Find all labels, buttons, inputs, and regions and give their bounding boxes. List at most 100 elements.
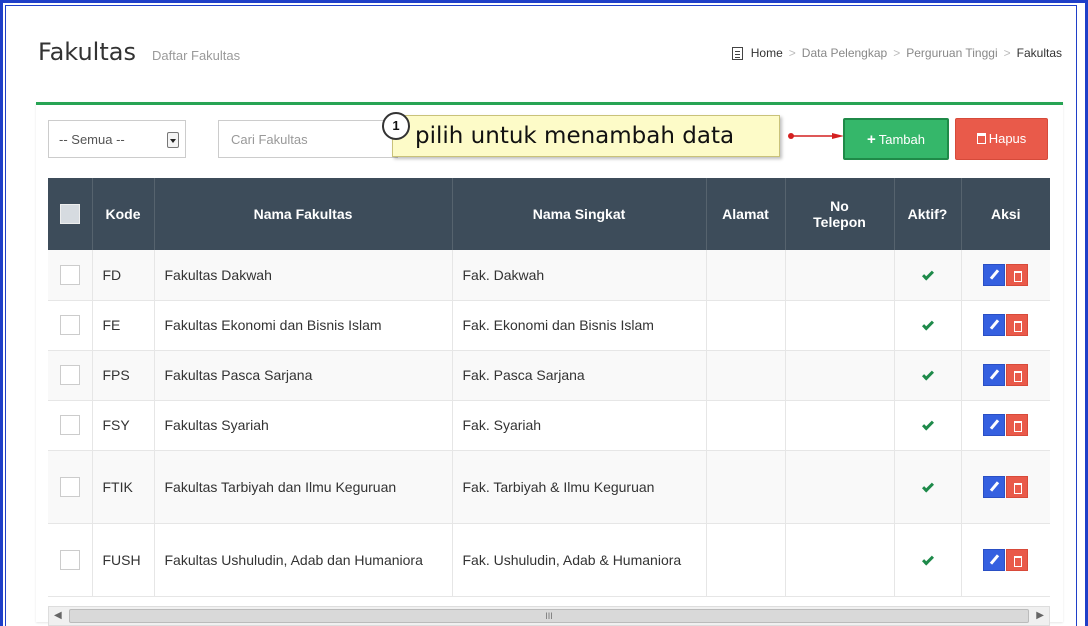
callout-annotation: pilih untuk menambah data xyxy=(392,115,780,157)
cell-nama-fakultas: Fakultas Pasca Sarjana xyxy=(154,350,453,401)
row-checkbox[interactable] xyxy=(59,477,80,498)
row-checkbox[interactable] xyxy=(59,315,80,335)
header-alamat[interactable]: Alamat xyxy=(706,178,786,250)
cell-alamat xyxy=(706,523,786,597)
cell-nama-fakultas: Fakultas Dakwah xyxy=(154,250,453,301)
cell-alamat xyxy=(706,400,786,451)
edit-icon[interactable] xyxy=(983,548,1006,571)
breadcrumb-item-data-pelengkap[interactable]: Data Pelengkap xyxy=(802,46,887,60)
header-nama-singkat[interactable]: Nama Singkat xyxy=(452,178,707,250)
cell-telepon xyxy=(785,400,895,451)
callout-arrow-icon xyxy=(788,133,844,139)
cell-telepon xyxy=(785,523,895,597)
check-icon xyxy=(921,418,934,431)
cell-nama-singkat: Fak. Pasca Sarjana xyxy=(452,350,707,401)
row-select-cell[interactable] xyxy=(48,523,93,597)
delete-button-label: Hapus xyxy=(988,131,1027,146)
row-select-cell[interactable] xyxy=(48,350,93,401)
breadcrumb-current: Fakultas xyxy=(1016,46,1062,60)
row-checkbox[interactable] xyxy=(59,415,80,435)
header-nama-fakultas[interactable]: Nama Fakultas xyxy=(154,178,453,250)
row-checkbox[interactable] xyxy=(59,365,80,385)
cell-kode: FD xyxy=(92,250,155,301)
edit-icon[interactable] xyxy=(983,475,1006,498)
cell-aktif xyxy=(894,300,962,351)
cell-nama-singkat: Fak. Dakwah xyxy=(452,250,707,301)
cell-alamat xyxy=(706,350,786,401)
cell-nama-singkat: Fak. Tarbiyah & Ilmu Keguruan xyxy=(452,450,707,524)
breadcrumb-item-perguruan-tinggi[interactable]: Perguruan Tinggi xyxy=(906,46,997,60)
add-button[interactable]: + Tambah xyxy=(843,118,949,160)
select-all-checkbox[interactable] xyxy=(59,204,80,224)
row-select-cell[interactable] xyxy=(48,450,93,524)
cell-alamat xyxy=(706,250,786,301)
cell-alamat xyxy=(706,450,786,524)
search-input[interactable] xyxy=(218,120,398,158)
row-select-cell[interactable] xyxy=(48,300,93,351)
cell-telepon xyxy=(785,250,895,301)
callout-text: pilih untuk menambah data xyxy=(415,123,735,149)
cell-aksi xyxy=(961,350,1050,401)
check-icon xyxy=(921,368,934,381)
cell-alamat xyxy=(706,300,786,351)
fakultas-table: Kode Nama Fakultas Nama Singkat Alamat N… xyxy=(48,178,1050,597)
scrollbar-thumb[interactable]: III xyxy=(69,609,1029,623)
cell-kode: FUSH xyxy=(92,523,155,597)
cell-telepon xyxy=(785,350,895,401)
cell-kode: FTIK xyxy=(92,450,155,524)
add-button-label: Tambah xyxy=(878,132,925,147)
header-select-all[interactable] xyxy=(48,178,93,250)
table-row[interactable]: FD Fakultas Dakwah Fak. Dakwah xyxy=(48,250,1050,301)
table-row[interactable]: FUSH Fakultas Ushuludin, Adab dan Humani… xyxy=(48,523,1050,597)
trash-icon[interactable] xyxy=(1006,475,1029,498)
scroll-left-icon[interactable]: ◀ xyxy=(54,610,62,621)
cell-nama-fakultas: Fakultas Syariah xyxy=(154,400,453,451)
table-header-row: Kode Nama Fakultas Nama Singkat Alamat N… xyxy=(48,178,1050,250)
scroll-right-icon[interactable]: ▶ xyxy=(1036,610,1044,621)
row-select-cell[interactable] xyxy=(48,250,93,301)
header-no-telepon-line2: Telepon xyxy=(813,214,866,230)
trash-icon xyxy=(976,133,986,144)
table-row[interactable]: FTIK Fakultas Tarbiyah dan Ilmu Keguruan… xyxy=(48,450,1050,524)
header-no-telepon[interactable]: No Telepon xyxy=(785,178,895,250)
breadcrumb-separator: > xyxy=(893,46,901,60)
edit-icon[interactable] xyxy=(983,364,1006,386)
trash-icon[interactable] xyxy=(1006,364,1029,386)
cell-aksi xyxy=(961,450,1050,524)
row-checkbox[interactable] xyxy=(59,264,80,285)
cell-telepon xyxy=(785,450,895,524)
table-row[interactable]: FE Fakultas Ekonomi dan Bisnis Islam Fak… xyxy=(48,300,1050,351)
plus-icon: + xyxy=(866,131,876,148)
page-title: Fakultas xyxy=(38,38,136,66)
row-checkbox[interactable] xyxy=(59,550,80,571)
check-icon xyxy=(921,479,934,493)
delete-button[interactable]: Hapus xyxy=(955,118,1048,160)
horizontal-scrollbar[interactable]: ◀ III ▶ xyxy=(48,606,1050,626)
cell-aktif xyxy=(894,523,962,597)
chevron-down-icon[interactable] xyxy=(167,132,179,148)
scrollbar-grip: III xyxy=(545,611,553,621)
header-kode[interactable]: Kode xyxy=(92,178,155,250)
table-row[interactable]: FSY Fakultas Syariah Fak. Syariah xyxy=(48,400,1050,451)
check-icon xyxy=(921,318,934,331)
trash-icon[interactable] xyxy=(1006,314,1029,336)
status-filter-select[interactable]: -- Semua -- xyxy=(48,120,186,158)
trash-icon[interactable] xyxy=(1006,548,1029,571)
trash-icon[interactable] xyxy=(1006,414,1029,436)
check-icon xyxy=(921,268,934,281)
edit-icon[interactable] xyxy=(983,263,1006,286)
cell-aktif xyxy=(894,400,962,451)
edit-icon[interactable] xyxy=(983,314,1006,336)
edit-icon[interactable] xyxy=(983,414,1006,436)
header-aksi: Aksi xyxy=(961,178,1050,250)
table-row[interactable]: FPS Fakultas Pasca Sarjana Fak. Pasca Sa… xyxy=(48,350,1050,401)
trash-icon[interactable] xyxy=(1006,263,1029,286)
cell-nama-singkat: Fak. Ekonomi dan Bisnis Islam xyxy=(452,300,707,351)
row-select-cell[interactable] xyxy=(48,400,93,451)
cell-aksi xyxy=(961,523,1050,597)
breadcrumb-separator: > xyxy=(788,46,796,60)
header-aktif[interactable]: Aktif? xyxy=(894,178,962,250)
breadcrumb-separator: > xyxy=(1003,46,1011,60)
breadcrumb-home[interactable]: Home xyxy=(751,46,783,60)
cell-kode: FE xyxy=(92,300,155,351)
